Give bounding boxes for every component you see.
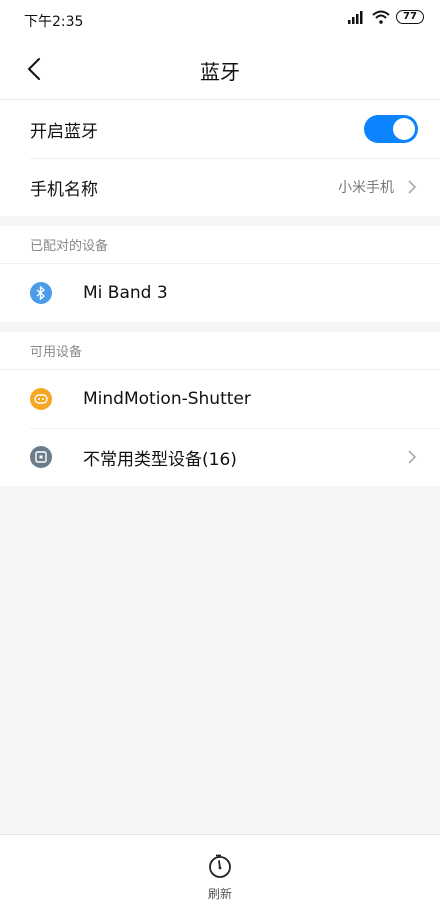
- available-device-label: 不常用类型设备(16): [83, 449, 237, 470]
- device-icon: [30, 446, 52, 468]
- status-time: 下午2:35: [24, 14, 84, 30]
- chevron-right-icon: [408, 180, 417, 194]
- paired-device-mi-band[interactable]: Mi Band 3: [0, 264, 440, 322]
- chevron-right-icon: [408, 450, 417, 464]
- settings-section: 开启蓝牙 手机名称 小米手机: [0, 100, 440, 216]
- bluetooth-icon: [30, 282, 52, 304]
- section-gap: [0, 322, 440, 332]
- toggle-knob: [393, 118, 415, 140]
- enable-bluetooth-label: 开启蓝牙: [30, 121, 98, 142]
- battery-indicator: 77: [396, 10, 424, 24]
- paired-device-label: Mi Band 3: [83, 283, 168, 303]
- enable-bluetooth-row[interactable]: 开启蓝牙: [0, 100, 440, 158]
- refresh-icon: [209, 854, 231, 878]
- available-device-label: MindMotion-Shutter: [83, 389, 251, 409]
- refresh-button[interactable]: 刷新: [0, 853, 440, 902]
- bottom-bar: 刷新: [0, 834, 440, 918]
- available-device-uncommon[interactable]: 不常用类型设备(16): [0, 428, 440, 486]
- gamepad-icon: [30, 388, 52, 410]
- available-devices-section: MindMotion-Shutter 不常用类型设备(16): [0, 370, 440, 486]
- device-name-label: 手机名称: [30, 179, 98, 200]
- page-title: 蓝牙: [200, 60, 240, 84]
- section-gap: [0, 216, 440, 226]
- available-device-mindmotion[interactable]: MindMotion-Shutter: [0, 370, 440, 428]
- status-bar: 下午2:35 77: [0, 0, 440, 38]
- available-devices-header: 可用设备: [0, 332, 440, 370]
- refresh-label: 刷新: [207, 887, 232, 901]
- wifi-icon: [372, 10, 390, 24]
- device-name-row[interactable]: 手机名称 小米手机: [0, 158, 440, 216]
- paired-devices-header: 已配对的设备: [0, 226, 440, 264]
- status-icons: 77: [348, 10, 424, 24]
- bluetooth-toggle[interactable]: [364, 115, 418, 143]
- title-bar: 蓝牙: [0, 38, 440, 100]
- signal-icon: [348, 11, 363, 24]
- device-name-value: 小米手机: [338, 180, 394, 196]
- paired-devices-section: Mi Band 3: [0, 264, 440, 322]
